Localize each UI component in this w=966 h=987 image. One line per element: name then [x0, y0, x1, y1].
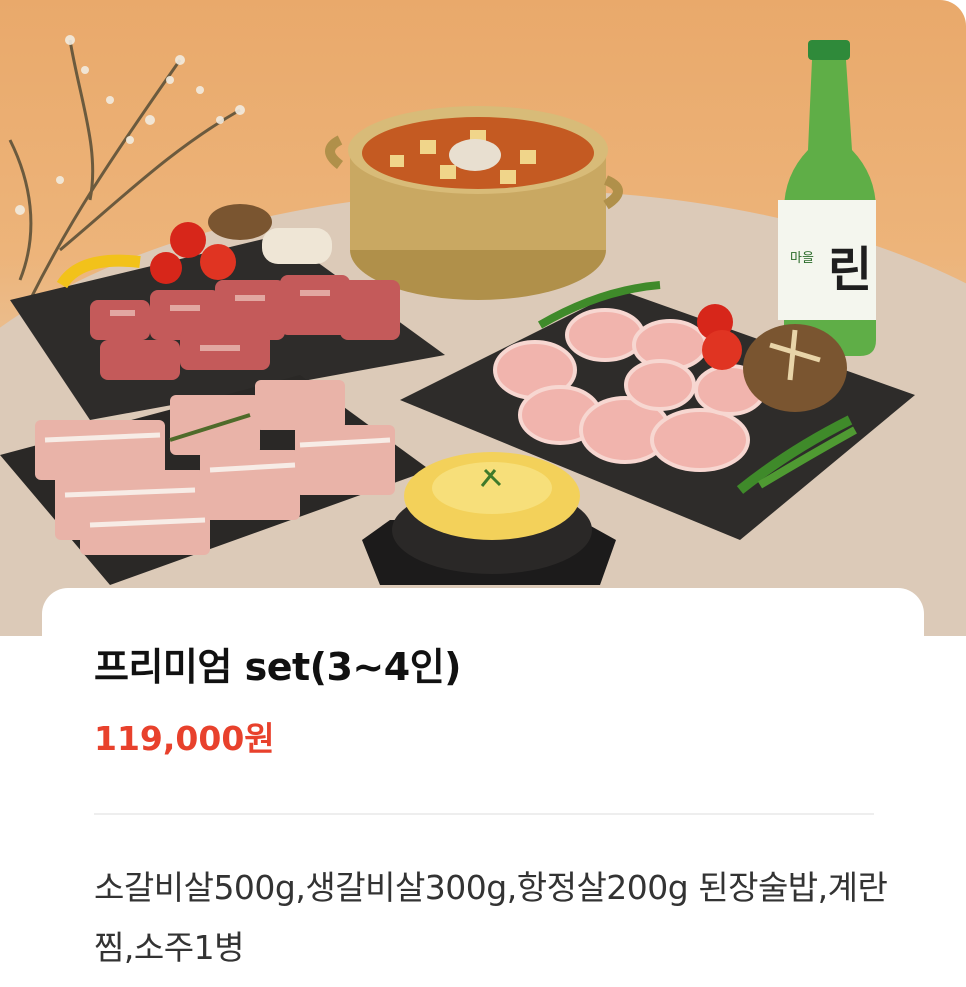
soju-bottle: 린 마을: [778, 40, 876, 356]
product-price: 119,000원: [94, 719, 275, 758]
product-photo: 린 마을: [0, 35, 966, 636]
product-detail-page: 린 마을 프리미엄 set(3~4인) 119,000원 소갈비살500g,생갈…: [0, 0, 966, 987]
product-info-card: 프리미엄 set(3~4인) 119,000원 소갈비살500g,생갈비살300…: [42, 588, 924, 987]
product-title: 프리미엄 set(3~4인): [94, 645, 462, 689]
product-image[interactable]: 린 마을: [0, 0, 966, 636]
stew-pot: [325, 106, 623, 300]
bottle-sublabel: 마을: [790, 251, 814, 266]
divider: [94, 813, 874, 815]
bottle-label: 린: [828, 242, 872, 298]
product-description: 소갈비살500g,생갈비살300g,항정살200g 된장술밥,계란찜,소주1병: [94, 868, 888, 967]
